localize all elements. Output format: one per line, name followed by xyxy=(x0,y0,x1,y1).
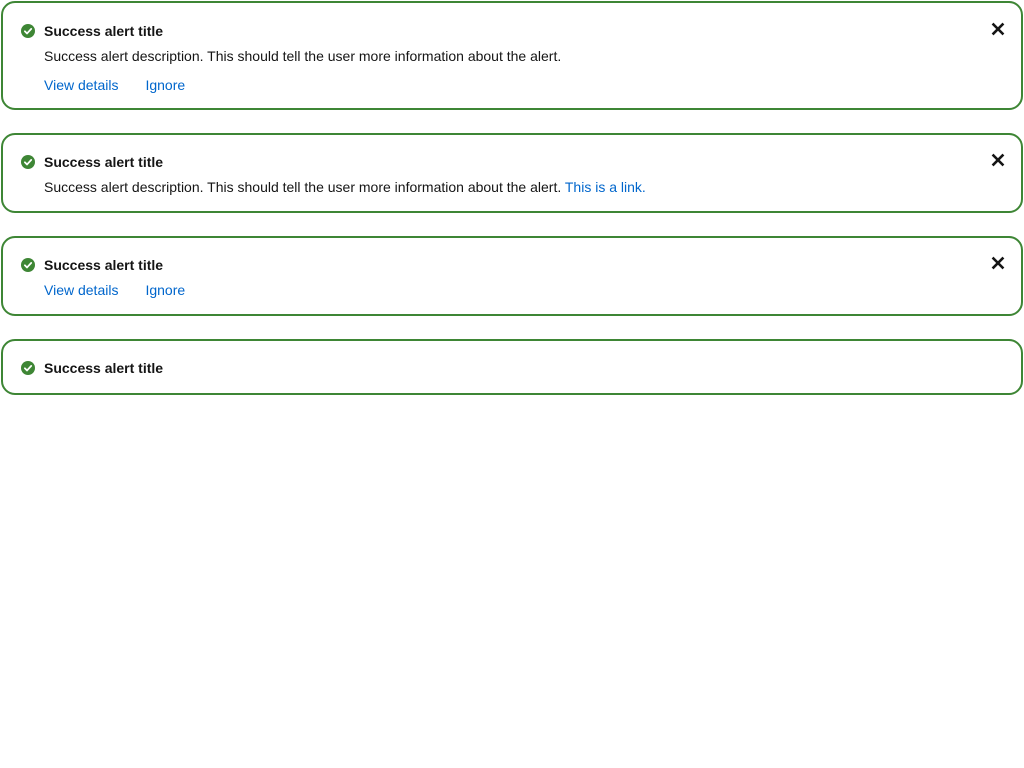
alert-description: Success alert description. This should t… xyxy=(44,48,562,64)
ignore-link[interactable]: Ignore xyxy=(145,76,185,94)
alert-description-text: Success alert description. This should t… xyxy=(44,179,562,195)
view-details-link[interactable]: View details xyxy=(44,281,118,299)
check-circle-icon xyxy=(21,155,35,169)
close-icon[interactable] xyxy=(991,256,1005,270)
close-icon[interactable] xyxy=(991,22,1005,36)
alert-title: Success alert title xyxy=(44,257,164,273)
ignore-link[interactable]: Ignore xyxy=(145,281,185,299)
check-circle-icon xyxy=(21,24,35,38)
alert-title: Success alert title xyxy=(44,360,164,376)
success-alert: Success alert title Success alert descri… xyxy=(1,133,1023,213)
check-circle-icon xyxy=(21,258,35,272)
alert-description: Success alert description. This should t… xyxy=(44,178,646,196)
alert-title: Success alert title xyxy=(44,23,164,39)
inline-link[interactable]: This is a link. xyxy=(565,179,646,195)
alert-title: Success alert title xyxy=(44,154,164,170)
close-icon[interactable] xyxy=(991,153,1005,167)
check-circle-icon xyxy=(21,361,35,375)
alert-action-group: View details Ignore xyxy=(44,281,185,299)
success-alert: Success alert title View details Ignore xyxy=(1,236,1023,316)
alert-action-group: View details Ignore xyxy=(44,76,185,94)
view-details-link[interactable]: View details xyxy=(44,76,118,94)
success-alert: Success alert title xyxy=(1,339,1023,395)
success-alert: Success alert title Success alert descri… xyxy=(1,1,1023,110)
